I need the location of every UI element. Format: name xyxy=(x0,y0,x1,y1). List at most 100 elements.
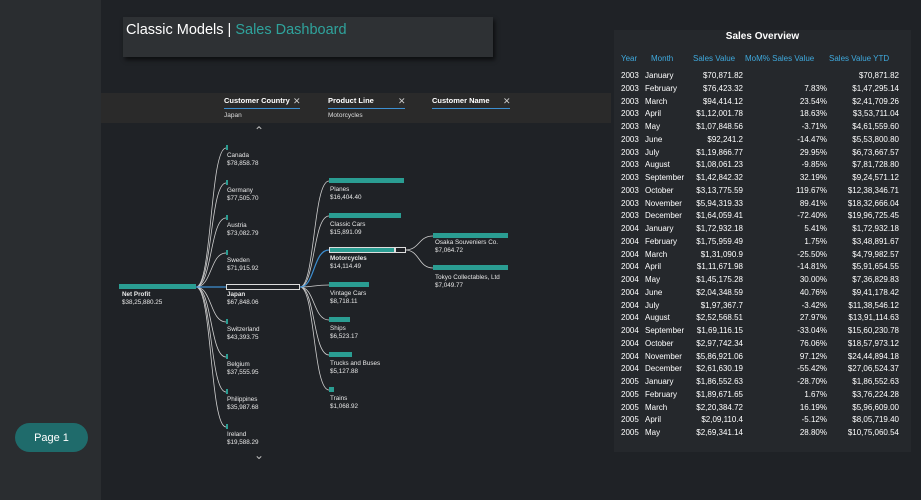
table-cell: -9.85% xyxy=(801,160,827,170)
table-cell: $1,89,671.65 xyxy=(696,389,743,399)
table-row[interactable]: 2005 March $2,20,384.72 16.19% $5,96,609.00 xyxy=(614,403,911,415)
table-cell: 2003 xyxy=(621,211,639,221)
product-node[interactable]: Trains $1,068.92 xyxy=(330,395,358,411)
product-bar[interactable] xyxy=(329,387,334,392)
country-bar[interactable] xyxy=(226,145,228,150)
product-node-selected[interactable]: Motorcycles $14,114.49 xyxy=(330,255,367,271)
table-row[interactable]: 2004 December $2,61,630.19 -55.42% $27,06,52… xyxy=(614,364,911,376)
country-node[interactable]: Switzerland $43,393.75 xyxy=(227,326,260,342)
country-node-selected[interactable]: Japan $67,848.06 xyxy=(227,291,259,307)
table-cell: 2003 xyxy=(621,147,639,157)
table-row[interactable]: 2005 May $2,69,341.14 28.80% $10,75,060.54 xyxy=(614,428,911,440)
table-row[interactable]: 2004 September $1,69,116.15 -33.04% $15,60,2… xyxy=(614,326,911,338)
product-bar[interactable] xyxy=(329,282,369,287)
table-cell: $4,61,559.60 xyxy=(852,122,899,131)
table-row[interactable]: 2004 March $1,31,090.9 -25.50% $4,79,982.57 xyxy=(614,250,911,262)
customer-node[interactable]: Tokyo Collectables, Ltd $7,049.77 xyxy=(435,274,500,290)
table-row[interactable]: 2004 January $1,72,932.18 5.41% $1,72,932.18 xyxy=(614,224,911,236)
table-row[interactable]: 2003 April $1,12,001.78 18.63% $3,53,711.04 xyxy=(614,109,911,121)
product-node[interactable]: Trucks and Buses $5,127.88 xyxy=(330,360,380,376)
col-header-ytd[interactable]: Sales Value YTD xyxy=(829,54,889,63)
country-bar-selected[interactable] xyxy=(226,284,300,290)
col-header-sales-value[interactable]: Sales Value xyxy=(693,54,735,63)
table-cell: $3,76,224.28 xyxy=(852,389,899,399)
country-node[interactable]: Ireland $19,588.29 xyxy=(227,431,259,447)
table-cell: 2003 xyxy=(621,198,639,208)
product-bar-selected[interactable] xyxy=(329,247,396,253)
table-row[interactable]: 2004 February $1,75,959.49 1.75% $3,48,891.6… xyxy=(614,237,911,249)
product-node[interactable]: Ships $6,523.17 xyxy=(330,325,358,341)
country-node[interactable]: Belgium $37,555.95 xyxy=(227,361,259,377)
table-cell: November xyxy=(645,351,682,361)
customer-bar[interactable] xyxy=(433,265,508,270)
table-row[interactable]: 2003 December $1,64,059.41 -72.40% $19,96,72… xyxy=(614,211,911,223)
table-cell: 16.19% xyxy=(799,402,827,412)
customer-node[interactable]: Osaka Souveniers Co. $7,064.72 xyxy=(435,239,498,255)
table-row[interactable]: 2003 June $92,241.2 -14.47% $5,53,800.80 xyxy=(614,135,911,147)
product-bar[interactable] xyxy=(329,178,404,183)
country-node[interactable]: Philippines $35,987.68 xyxy=(227,396,259,412)
product-bar[interactable] xyxy=(329,317,350,322)
table-cell: 2005 xyxy=(621,402,639,412)
country-bar[interactable] xyxy=(226,250,228,255)
table-row[interactable]: 2005 April $2,09,110.4 -5.12% $8,05,719.40 xyxy=(614,415,911,427)
table-row[interactable]: 2003 September $1,42,842.32 32.19% $9,24,571… xyxy=(614,173,911,185)
table-row[interactable]: 2003 January $70,871.82 $70,871.82 xyxy=(614,71,911,83)
table-cell: -3.71% xyxy=(801,122,827,131)
product-node[interactable]: Classic Cars $15,891.09 xyxy=(330,221,365,237)
table-row[interactable]: 2004 August $2,52,568.51 27.97% $13,91,114.6… xyxy=(614,313,911,325)
product-bar[interactable] xyxy=(329,352,352,357)
country-node[interactable]: Sweden $71,915.92 xyxy=(227,257,259,273)
table-cell: $3,13,775.59 xyxy=(696,185,743,195)
product-node[interactable]: Planes $16,404.40 xyxy=(330,186,362,202)
table-cell: $1,19,866.77 xyxy=(696,147,743,157)
country-node[interactable]: Austria $73,082.79 xyxy=(227,222,259,238)
table-cell: -28.70% xyxy=(797,377,827,386)
country-node[interactable]: Germany $77,505.70 xyxy=(227,187,259,203)
table-cell: -3.42% xyxy=(801,300,827,310)
table-row[interactable]: 2005 February $1,89,671.65 1.67% $3,76,224.2… xyxy=(614,390,911,402)
table-row[interactable]: 2003 March $94,414.12 23.54% $2,41,709.26 xyxy=(614,97,911,109)
table-cell: September xyxy=(645,173,685,182)
table-row[interactable]: 2004 May $1,45,175.28 30.00% $7,36,829.83 xyxy=(614,275,911,287)
root-bar[interactable] xyxy=(119,284,196,289)
table-row[interactable]: 2004 April $1,11,671.98 -14.81% $5,91,654.55 xyxy=(614,262,911,274)
table-cell: May xyxy=(645,275,661,284)
table-row[interactable]: 2003 July $1,19,866.77 29.95% $6,73,667.57 xyxy=(614,148,911,160)
country-bar[interactable] xyxy=(226,319,228,324)
table-cell: $2,69,341.14 xyxy=(696,428,743,437)
col-header-month[interactable]: Month xyxy=(651,54,673,63)
table-row[interactable]: 2003 October $3,13,775.59 119.67% $12,38,346… xyxy=(614,186,911,198)
country-bar[interactable] xyxy=(226,354,228,359)
customer-bar[interactable] xyxy=(433,233,508,238)
table-cell: $70,871.82 xyxy=(858,71,899,80)
country-bar[interactable] xyxy=(226,389,228,394)
col-header-year[interactable]: Year xyxy=(621,54,637,63)
table-cell: March xyxy=(645,96,668,106)
country-node[interactable]: Canada $78,858.78 xyxy=(227,152,259,168)
table-row[interactable]: 2004 July $1,97,367.7 -3.42% $11,38,546.12 xyxy=(614,301,911,313)
country-bar[interactable] xyxy=(226,424,228,429)
table-row[interactable]: 2003 May $1,07,848.56 -3.71% $4,61,559.60 xyxy=(614,122,911,134)
country-bar[interactable] xyxy=(226,180,228,185)
table-row[interactable]: 2003 November $5,94,319.33 89.41% $18,32,666… xyxy=(614,199,911,211)
table-cell: 76.06% xyxy=(799,338,827,348)
table-cell: 2003 xyxy=(621,122,639,131)
table-row[interactable]: 2004 June $2,04,348.59 40.76% $9,41,178.42 xyxy=(614,288,911,300)
table-row[interactable]: 2004 October $2,97,742.34 76.06% $18,57,973.… xyxy=(614,339,911,351)
table-cell: -5.12% xyxy=(801,415,827,425)
table-cell: $4,79,982.57 xyxy=(852,249,899,259)
table-cell: $94,414.12 xyxy=(702,96,743,106)
product-node[interactable]: Vintage Cars $8,718.11 xyxy=(330,290,366,306)
table-cell: $5,53,800.80 xyxy=(852,134,899,144)
table-cell: 119.67% xyxy=(796,185,827,195)
product-bar[interactable] xyxy=(329,213,401,218)
table-row[interactable]: 2005 January $1,86,552.63 -28.70% $1,86,552.… xyxy=(614,377,911,389)
country-bar[interactable] xyxy=(226,215,228,220)
table-cell: November xyxy=(645,198,682,208)
col-header-mom[interactable]: MoM% Sales Value xyxy=(745,54,814,63)
table-row[interactable]: 2004 November $5,86,921.06 97.12% $24,44,894… xyxy=(614,352,911,364)
table-row[interactable]: 2003 August $1,08,061.23 -9.85% $7,81,728.80 xyxy=(614,160,911,172)
table-cell: 2005 xyxy=(621,428,639,437)
table-row[interactable]: 2003 February $76,423.32 7.83% $1,47,295.14 xyxy=(614,84,911,96)
